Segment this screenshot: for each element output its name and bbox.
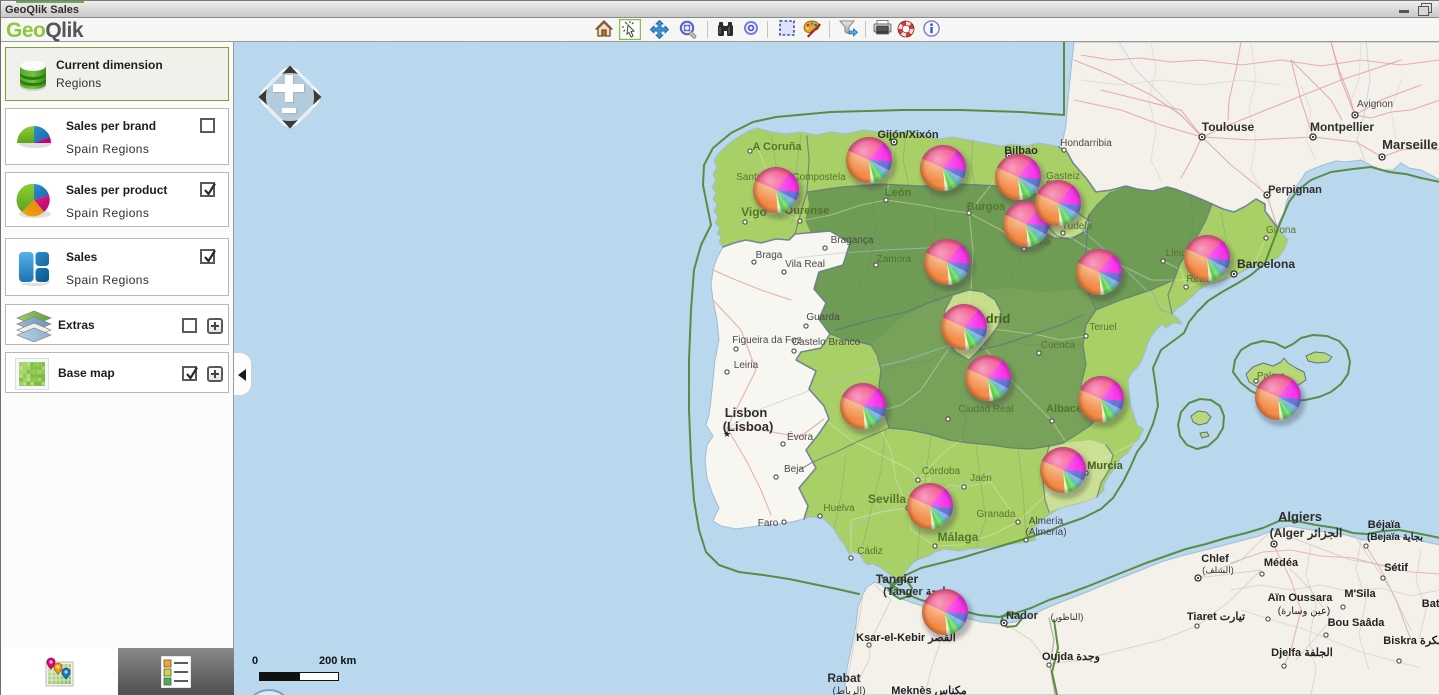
- svg-text:(Almería): (Almería): [1025, 527, 1066, 538]
- svg-text:Cuenca: Cuenca: [1041, 340, 1076, 351]
- svg-text:Avignon: Avignon: [1357, 99, 1393, 110]
- svg-text:Meknès مكناس: Meknès مكناس: [891, 685, 967, 695]
- svg-text:Figueira da Foz: Figueira da Foz: [732, 335, 801, 346]
- svg-text:Gasteiz: Gasteiz: [1046, 171, 1080, 182]
- svg-text:Médéa: Médéa: [1264, 557, 1299, 569]
- svg-text:Huelva: Huelva: [823, 503, 855, 514]
- svg-text:(عين وسارة): (عين وسارة): [1278, 606, 1330, 617]
- svg-text:Toulouse: Toulouse: [1202, 120, 1255, 134]
- svg-text:(الرباط): (الرباط): [832, 686, 865, 695]
- svg-text:Vila Real: Vila Real: [785, 259, 825, 270]
- svg-text:Braga: Braga: [756, 250, 783, 261]
- svg-text:Biskra بسكرة: Biskra بسكرة: [1383, 635, 1439, 647]
- svg-text:Montpellier: Montpellier: [1310, 120, 1374, 134]
- svg-text:Évora: Évora: [787, 430, 814, 443]
- svg-text:M'Sila: M'Sila: [1344, 588, 1376, 600]
- svg-text:Marseille: Marseille: [1382, 137, 1438, 152]
- svg-text:Castelo Branco: Castelo Branco: [792, 337, 861, 348]
- svg-text:Nador: Nador: [1006, 610, 1039, 622]
- svg-text:Djelfa الجلفة: Djelfa الجلفة: [1271, 647, 1333, 659]
- svg-text:Cádiz: Cádiz: [857, 546, 883, 557]
- svg-text:Aïn Oussara: Aïn Oussara: [1268, 592, 1334, 604]
- svg-text:Faro: Faro: [758, 518, 779, 529]
- svg-text:Sétif: Sétif: [1384, 562, 1408, 574]
- svg-text:(Bejaïa بجاية: (Bejaïa بجاية: [1367, 532, 1423, 543]
- svg-text:Rabat: Rabat: [827, 671, 860, 685]
- svg-text:(الشلف): (الشلف): [1202, 565, 1234, 575]
- svg-text:Chlef: Chlef: [1201, 553, 1229, 565]
- svg-text:Burgos: Burgos: [967, 201, 1006, 213]
- svg-text:Algiers: Algiers: [1278, 509, 1322, 524]
- svg-text:A Coruña: A Coruña: [752, 141, 802, 153]
- svg-text:Barcelona: Barcelona: [1237, 257, 1295, 271]
- svg-text:Tiaret تيارت: Tiaret تيارت: [1187, 611, 1245, 623]
- svg-text:(Alger الجزائر: (Alger الجزائر: [1270, 526, 1343, 541]
- svg-text:Hondarribia: Hondarribia: [1060, 138, 1112, 149]
- svg-text:Murcia: Murcia: [1087, 460, 1123, 472]
- svg-text:Guarda: Guarda: [806, 312, 840, 323]
- svg-text:Bou Saâda: Bou Saâda: [1328, 617, 1386, 629]
- svg-text:Córdoba: Córdoba: [922, 466, 961, 477]
- svg-text:Leiria: Leiria: [734, 360, 759, 371]
- svg-text:Batn: Batn: [1422, 598, 1439, 610]
- svg-text:Granada: Granada: [977, 509, 1016, 520]
- svg-text:(Lisboa): (Lisboa): [723, 419, 774, 434]
- svg-text:Sevilla: Sevilla: [868, 492, 906, 506]
- svg-text:Zamora: Zamora: [877, 254, 912, 265]
- svg-text:Tangier: Tangier: [876, 572, 919, 586]
- svg-text:Almería: Almería: [1029, 516, 1064, 527]
- svg-text:Gijón/Xixón: Gijón/Xixón: [877, 129, 938, 141]
- svg-text:Teruel: Teruel: [1089, 322, 1116, 333]
- svg-text:Béjaïa: Béjaïa: [1368, 519, 1401, 531]
- svg-text:(الناظور): (الناظور): [1051, 612, 1084, 623]
- svg-text:Oujda وجدة: Oujda وجدة: [1042, 651, 1100, 663]
- svg-text:Beja: Beja: [784, 464, 804, 475]
- svg-text:Jaén: Jaén: [970, 473, 992, 484]
- svg-text:Perpignan: Perpignan: [1268, 184, 1322, 196]
- svg-text:León: León: [885, 187, 912, 199]
- svg-text:Girona: Girona: [1266, 225, 1296, 236]
- svg-text:Bragança: Bragança: [831, 235, 874, 246]
- svg-text:Lisbon: Lisbon: [725, 405, 768, 420]
